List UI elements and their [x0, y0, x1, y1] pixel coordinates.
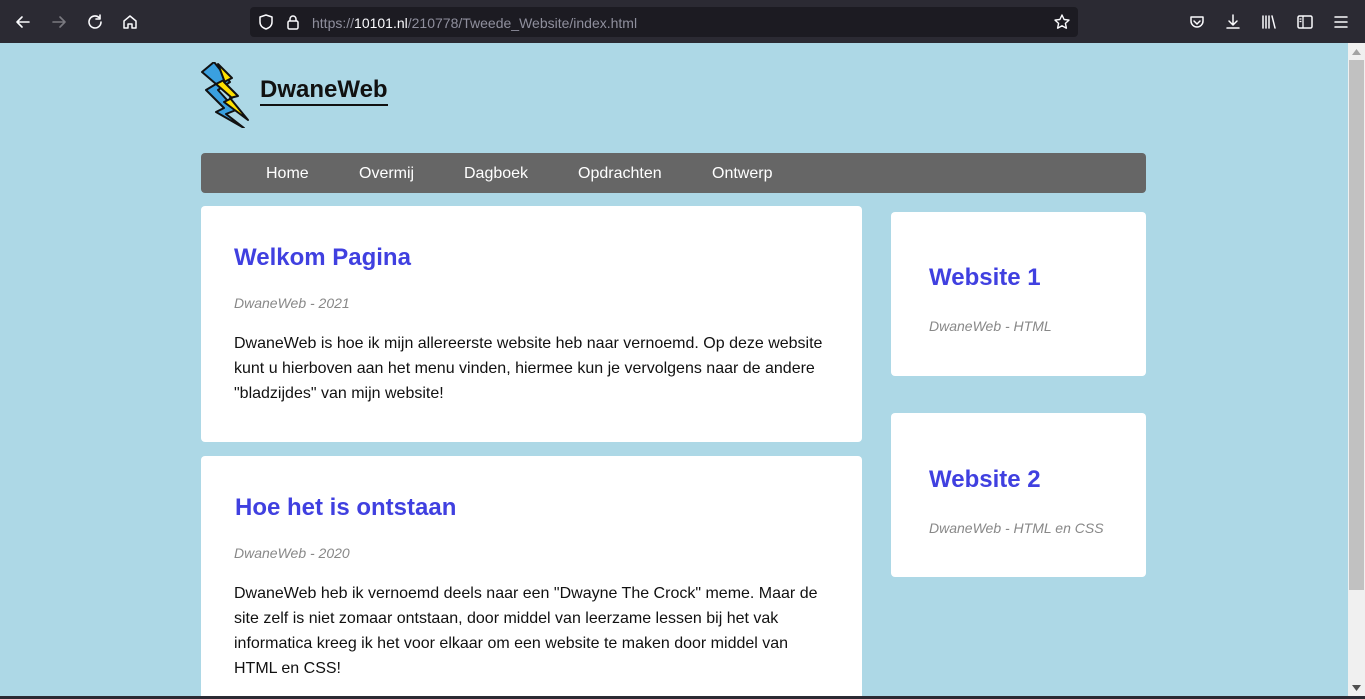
download-icon[interactable]: [1221, 10, 1245, 34]
post-meta: DwaneWeb - 2021: [234, 295, 350, 311]
scroll-down-arrow-icon[interactable]: [1348, 679, 1365, 696]
sidebar-card-title: Website 2: [929, 466, 1041, 493]
sidebar-card-meta: DwaneWeb - HTML en CSS: [929, 520, 1104, 536]
sidebar-card: Website 1 DwaneWeb - HTML: [891, 212, 1146, 376]
logo-text: DwaneWeb: [260, 76, 388, 106]
pocket-icon[interactable]: [1185, 10, 1209, 34]
post-title: Hoe het is ontstaan: [235, 494, 457, 521]
post-body: DwaneWeb heb ik vernoemd deels naar een …: [234, 585, 818, 677]
post-card: Welkom Pagina DwaneWeb - 2021 DwaneWeb i…: [201, 206, 862, 442]
sidebar-card-meta: DwaneWeb - HTML: [929, 318, 1052, 334]
main-nav: Home Overmij Dagboek Opdrachten Ontwerp: [201, 153, 1146, 193]
nav-opdrachten[interactable]: Opdrachten: [578, 165, 662, 183]
forward-icon[interactable]: [47, 10, 71, 34]
sidebar-icon[interactable]: [1293, 10, 1317, 34]
site-logo[interactable]: DwaneWeb: [200, 62, 388, 128]
back-icon[interactable]: [11, 10, 35, 34]
nav-home[interactable]: Home: [266, 165, 309, 183]
sidebar-card: Website 2 DwaneWeb - HTML en CSS: [891, 413, 1146, 577]
nav-overmij[interactable]: Overmij: [359, 165, 414, 183]
post-title: Welkom Pagina: [234, 244, 411, 271]
lock-icon[interactable]: [284, 13, 302, 31]
scroll-up-arrow-icon[interactable]: [1348, 43, 1365, 60]
library-icon[interactable]: [1257, 10, 1281, 34]
star-icon[interactable]: [1053, 13, 1071, 31]
home-icon[interactable]: [118, 10, 142, 34]
nav-dagboek[interactable]: Dagboek: [464, 165, 528, 183]
post-meta: DwaneWeb - 2020: [234, 545, 350, 561]
post-card: Hoe het is ontstaan DwaneWeb - 2020 Dwan…: [201, 456, 862, 696]
scrollbar-thumb[interactable]: [1349, 60, 1364, 590]
post-body: DwaneWeb is hoe ik mijn allereerste webs…: [234, 335, 823, 402]
url-prefix: https://: [312, 15, 355, 31]
page-viewport: DwaneWeb Home Overmij Dagboek Opdrachten…: [0, 43, 1348, 696]
reload-icon[interactable]: [83, 10, 107, 34]
url-text[interactable]: https://10101.nl/210778/Tweede_Website/i…: [312, 15, 637, 31]
browser-toolbar: https://10101.nl/210778/Tweede_Website/i…: [0, 0, 1365, 43]
lightning-logo-icon: [201, 62, 249, 128]
shield-icon[interactable]: [257, 13, 275, 31]
sidebar-card-title: Website 1: [929, 264, 1041, 291]
menu-icon[interactable]: [1329, 10, 1353, 34]
nav-ontwerp[interactable]: Ontwerp: [712, 165, 772, 183]
url-path: /210778/Tweede_Website/index.html: [407, 15, 638, 31]
url-bar[interactable]: https://10101.nl/210778/Tweede_Website/i…: [250, 7, 1078, 37]
url-host: 10101.nl: [354, 15, 408, 31]
